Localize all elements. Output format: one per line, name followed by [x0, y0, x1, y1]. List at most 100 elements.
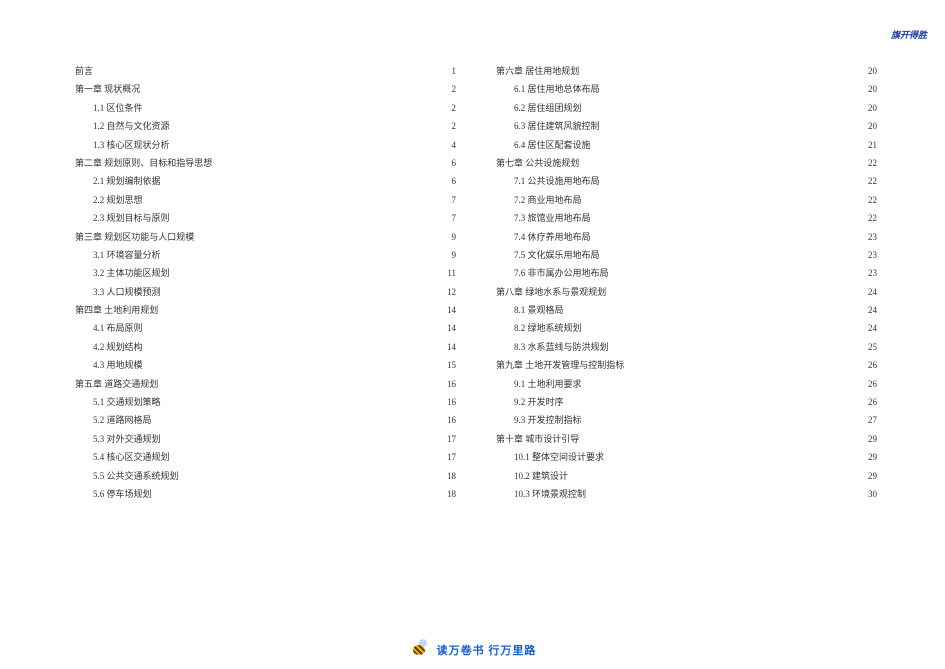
toc-entry: 6.2 居住组团规划20 — [496, 99, 877, 117]
toc-entry-page: 29 — [863, 430, 877, 448]
toc-entry: 10.2 建筑设计 29 — [496, 467, 877, 485]
toc-entry-label: 4.3 用地规模 — [93, 356, 143, 374]
toc-entry-label: 7.4 休疗养用地布局 — [514, 228, 591, 246]
toc-entry-page: 6 — [442, 172, 456, 190]
toc-entry-label: 1.2 自然与文化资源 — [93, 117, 170, 135]
toc-entry-label: 前言 — [75, 62, 93, 80]
toc-entry-label: 3.1 环境容量分析 — [93, 246, 161, 264]
toc-entry-label: 5.2 道路网格局 — [93, 411, 152, 429]
toc-entry: 7.5 文化娱乐用地布局23 — [496, 246, 877, 264]
toc-entry: 5.4 核心区交通规划 17 — [75, 448, 456, 466]
toc-entry-page: 1 — [442, 62, 456, 80]
toc-entry: 6.3 居住建筑风貌控制20 — [496, 117, 877, 135]
toc-entry-label: 第三章 规划区功能与人口规模 — [75, 228, 194, 246]
toc-entry-page: 21 — [863, 136, 877, 154]
toc-entry-label: 3.3 人口规模预测 — [93, 283, 161, 301]
toc-entry-label: 第二章 规划原则、目标和指导思想 — [75, 154, 212, 172]
toc-entry-page: 18 — [442, 485, 456, 503]
toc-entry-page: 2 — [442, 99, 456, 117]
toc-entry: 5.5 公共交通系统规划18 — [75, 467, 456, 485]
toc-entry: 4.2 规划结构 14 — [75, 338, 456, 356]
toc-entry-label: 5.3 对外交通规划 — [93, 430, 161, 448]
toc-entry-page: 22 — [863, 209, 877, 227]
toc-entry: 第九章 土地开发管理与控制指标26 — [496, 356, 877, 374]
toc-entry-label: 4.1 布局原则 — [93, 319, 143, 337]
toc-entry-page: 9 — [442, 228, 456, 246]
toc-entry-page: 14 — [442, 301, 456, 319]
toc-entry: 5.1 交通规划策略16 — [75, 393, 456, 411]
toc-entry-label: 3.2 主体功能区规划 — [93, 264, 170, 282]
toc-entry-label: 9.3 开发控制指标 — [514, 411, 582, 429]
toc-entry: 8.3 水系蓝线与防洪规划25 — [496, 338, 877, 356]
toc-entry-label: 1.1 区位条件 — [93, 99, 143, 117]
toc-entry-label: 第八章 绿地水系与景观规划 — [496, 283, 606, 301]
toc-entry: 3.1 环境容量分析 9 — [75, 246, 456, 264]
toc-entry-page: 16 — [442, 393, 456, 411]
toc-entry-page: 29 — [863, 448, 877, 466]
toc-entry-page: 2 — [442, 80, 456, 98]
toc-entry-page: 9 — [442, 246, 456, 264]
toc-entry: 10.3 环境景观控制30 — [496, 485, 877, 503]
toc-entry-label: 7.1 公共设施用地布局 — [514, 172, 600, 190]
toc-entry-label: 6.1 居住用地总体布局 — [514, 80, 600, 98]
toc-entry: 5.2 道路网格局16 — [75, 411, 456, 429]
toc-entry-page: 20 — [863, 117, 877, 135]
toc-entry: 9.2 开发时序26 — [496, 393, 877, 411]
toc-entry-page: 17 — [442, 448, 456, 466]
toc-entry-label: 7.5 文化娱乐用地布局 — [514, 246, 600, 264]
toc-entry: 1.2 自然与文化资源2 — [75, 117, 456, 135]
toc-entry-label: 2.2 规划思想 — [93, 191, 143, 209]
toc-entry-page: 24 — [863, 283, 877, 301]
toc-entry: 9.1 土地利用要求26 — [496, 375, 877, 393]
toc-entry-label: 2.3 规划目标与原则 — [93, 209, 170, 227]
toc-entry: 第三章 规划区功能与人口规模 9 — [75, 228, 456, 246]
toc-entry-label: 5.4 核心区交通规划 — [93, 448, 170, 466]
toc-entry: 7.3 旅馆业用地布局22 — [496, 209, 877, 227]
toc-column-left: 前言1第一章 现状概况21.1 区位条件21.2 自然与文化资源21.3 核心区… — [75, 62, 456, 624]
toc-entry-page: 22 — [863, 154, 877, 172]
toc-entry: 7.1 公共设施用地布局 22 — [496, 172, 877, 190]
toc-entry: 4.1 布局原则 14 — [75, 319, 456, 337]
toc-entry-page: 30 — [863, 485, 877, 503]
bee-icon — [409, 639, 431, 661]
toc-entry-page: 7 — [442, 191, 456, 209]
toc-entry-page: 17 — [442, 430, 456, 448]
toc-entry-label: 7.2 商业用地布局 — [514, 191, 582, 209]
toc-entry-page: 23 — [863, 228, 877, 246]
toc-entry: 3.3 人口规模预测12 — [75, 283, 456, 301]
toc-entry-page: 20 — [863, 80, 877, 98]
toc-entry-page: 4 — [442, 136, 456, 154]
toc-entry-page: 22 — [863, 191, 877, 209]
toc-entry-page: 11 — [442, 264, 456, 282]
toc-entry-page: 20 — [863, 62, 877, 80]
toc-entry: 1.1 区位条件 2 — [75, 99, 456, 117]
toc-entry: 2.1 规划编制依据 6 — [75, 172, 456, 190]
toc-entry-page: 6 — [442, 154, 456, 172]
toc-entry-label: 4.2 规划结构 — [93, 338, 143, 356]
toc-entry-label: 2.1 规划编制依据 — [93, 172, 161, 190]
toc-entry-page: 14 — [442, 319, 456, 337]
toc-entry: 第十章 城市设计引导29 — [496, 430, 877, 448]
toc-entry-page: 26 — [863, 393, 877, 411]
toc-entry: 3.2 主体功能区规划 11 — [75, 264, 456, 282]
toc-entry-page: 14 — [442, 338, 456, 356]
toc-entry: 9.3 开发控制指标27 — [496, 411, 877, 429]
toc-entry-page: 22 — [863, 172, 877, 190]
toc-entry: 第八章 绿地水系与景观规划 24 — [496, 283, 877, 301]
toc-entry: 7.4 休疗养用地布局 23 — [496, 228, 877, 246]
toc-entry: 5.3 对外交通规划 17 — [75, 430, 456, 448]
table-of-contents: 前言1第一章 现状概况21.1 区位条件21.2 自然与文化资源21.3 核心区… — [75, 62, 877, 624]
toc-entry-label: 1.3 核心区现状分析 — [93, 136, 170, 154]
toc-entry-page: 16 — [442, 375, 456, 393]
toc-entry-page: 24 — [863, 301, 877, 319]
toc-entry-label: 第七章 公共设施规划 — [496, 154, 579, 172]
toc-entry-label: 10.2 建筑设计 — [514, 467, 568, 485]
header-right-label: 旗开得胜 — [891, 28, 927, 41]
toc-entry: 1.3 核心区现状分析 4 — [75, 136, 456, 154]
toc-entry-label: 7.6 非市属办公用地布局 — [514, 264, 609, 282]
toc-entry: 7.2 商业用地布局 22 — [496, 191, 877, 209]
toc-entry-label: 第一章 现状概况 — [75, 80, 140, 98]
toc-entry-page: 29 — [863, 467, 877, 485]
toc-entry: 4.3 用地规模15 — [75, 356, 456, 374]
toc-entry: 6.1 居住用地总体布局 20 — [496, 80, 877, 98]
